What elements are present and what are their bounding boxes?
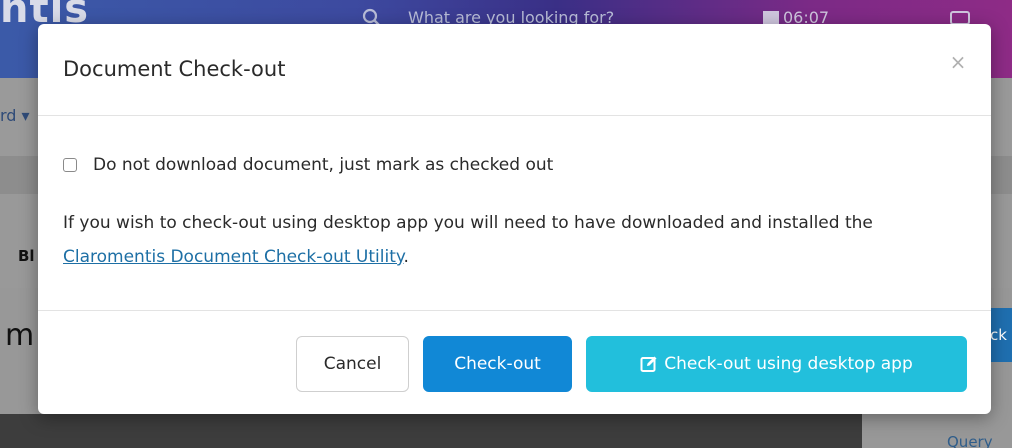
nav-dropdown[interactable]: rd ▾ bbox=[0, 106, 30, 125]
checkout-desktop-label: Check-out using desktop app bbox=[664, 354, 913, 374]
dark-footer-bar bbox=[0, 414, 862, 448]
content-heading: m bbox=[5, 318, 35, 353]
query-link[interactable]: Query bbox=[947, 433, 993, 448]
info-text-end: . bbox=[403, 247, 409, 267]
mark-only-checkbox[interactable] bbox=[63, 158, 77, 172]
modal-header: Document Check-out × bbox=[38, 24, 991, 116]
checkout-button[interactable]: Check-out bbox=[423, 336, 572, 392]
info-text-start: If you wish to check-out using desktop a… bbox=[63, 213, 873, 233]
desktop-app-info: If you wish to check-out using desktop a… bbox=[63, 206, 953, 274]
mark-only-label[interactable]: Do not download document, just mark as c… bbox=[93, 155, 553, 175]
modal-title: Document Check-out bbox=[63, 57, 286, 81]
background-action-button[interactable]: ck bbox=[990, 308, 1012, 362]
modal-body: Do not download document, just mark as c… bbox=[38, 117, 991, 310]
edit-icon bbox=[640, 356, 657, 372]
cancel-button[interactable]: Cancel bbox=[296, 336, 409, 392]
checkout-utility-link[interactable]: Claromentis Document Check-out Utility bbox=[63, 247, 404, 267]
checkout-modal: Document Check-out × Do not download doc… bbox=[38, 24, 991, 414]
calendar-icon bbox=[763, 11, 779, 24]
panel-label: Bl bbox=[18, 247, 35, 265]
modal-footer: Cancel Check-out Check-out using desktop… bbox=[38, 310, 991, 414]
close-icon[interactable]: × bbox=[944, 48, 972, 76]
checkout-desktop-button[interactable]: Check-out using desktop app bbox=[586, 336, 967, 392]
mark-only-option: Do not download document, just mark as c… bbox=[63, 155, 553, 175]
